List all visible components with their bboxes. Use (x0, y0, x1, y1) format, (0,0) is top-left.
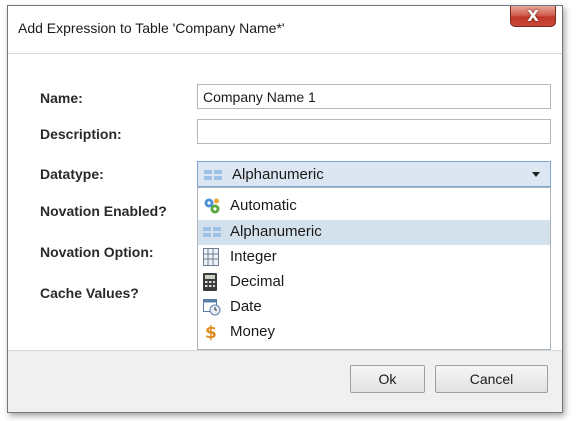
dropdown-option-label: Money (230, 323, 276, 340)
name-label: Name: (40, 90, 83, 106)
dropdown-option-label: Decimal (230, 273, 285, 290)
money-dollar-icon: $ (203, 323, 220, 343)
dropdown-option-label: Alphanumeric (230, 223, 322, 240)
novation-enabled-label: Novation Enabled? (40, 203, 167, 219)
alphanumeric-icon (203, 226, 221, 243)
ok-button[interactable]: Ok (350, 365, 425, 393)
cache-values-label: Cache Values? (40, 285, 139, 301)
dropdown-option-label: Integer (230, 248, 277, 265)
datatype-select[interactable]: Alphanumeric (197, 161, 551, 187)
dropdown-option-money[interactable]: $ Money (198, 320, 550, 345)
name-input[interactable] (197, 84, 551, 109)
novation-option-label: Novation Option: (40, 244, 154, 260)
title-bar[interactable]: Add Expression to Table 'Company Name*' … (8, 6, 562, 54)
decimal-calculator-icon (203, 273, 220, 291)
integer-icon (203, 248, 220, 266)
datatype-label: Datatype: (40, 166, 104, 182)
close-button[interactable]: X (510, 6, 556, 27)
dialog-title: Add Expression to Table 'Company Name*' (18, 20, 285, 36)
cancel-button[interactable]: Cancel (435, 365, 548, 393)
dropdown-option-date[interactable]: Date (198, 295, 550, 320)
svg-text:$: $ (205, 323, 217, 341)
datatype-selected-value: Alphanumeric (232, 166, 324, 183)
close-icon: X (527, 7, 539, 25)
chevron-down-icon[interactable] (532, 172, 540, 177)
date-calendar-icon (203, 298, 221, 316)
dropdown-option-label: Date (230, 298, 262, 315)
title-separator (8, 53, 562, 54)
dialog-footer: Ok Cancel (8, 350, 562, 412)
datatype-dropdown-list: Automatic Alphanumeric Integer Decimal D… (197, 187, 551, 350)
add-expression-dialog: Add Expression to Table 'Company Name*' … (7, 5, 563, 413)
automatic-gears-icon (203, 197, 220, 214)
description-input[interactable] (197, 119, 551, 144)
dropdown-option-label: Automatic (230, 197, 297, 214)
dropdown-option-decimal[interactable]: Decimal (198, 270, 550, 295)
description-label: Description: (40, 126, 122, 142)
dropdown-option-alphanumeric[interactable]: Alphanumeric (198, 220, 550, 245)
dropdown-option-integer[interactable]: Integer (198, 245, 550, 270)
alphanumeric-icon (204, 169, 224, 187)
dropdown-option-automatic[interactable]: Automatic (198, 194, 550, 219)
